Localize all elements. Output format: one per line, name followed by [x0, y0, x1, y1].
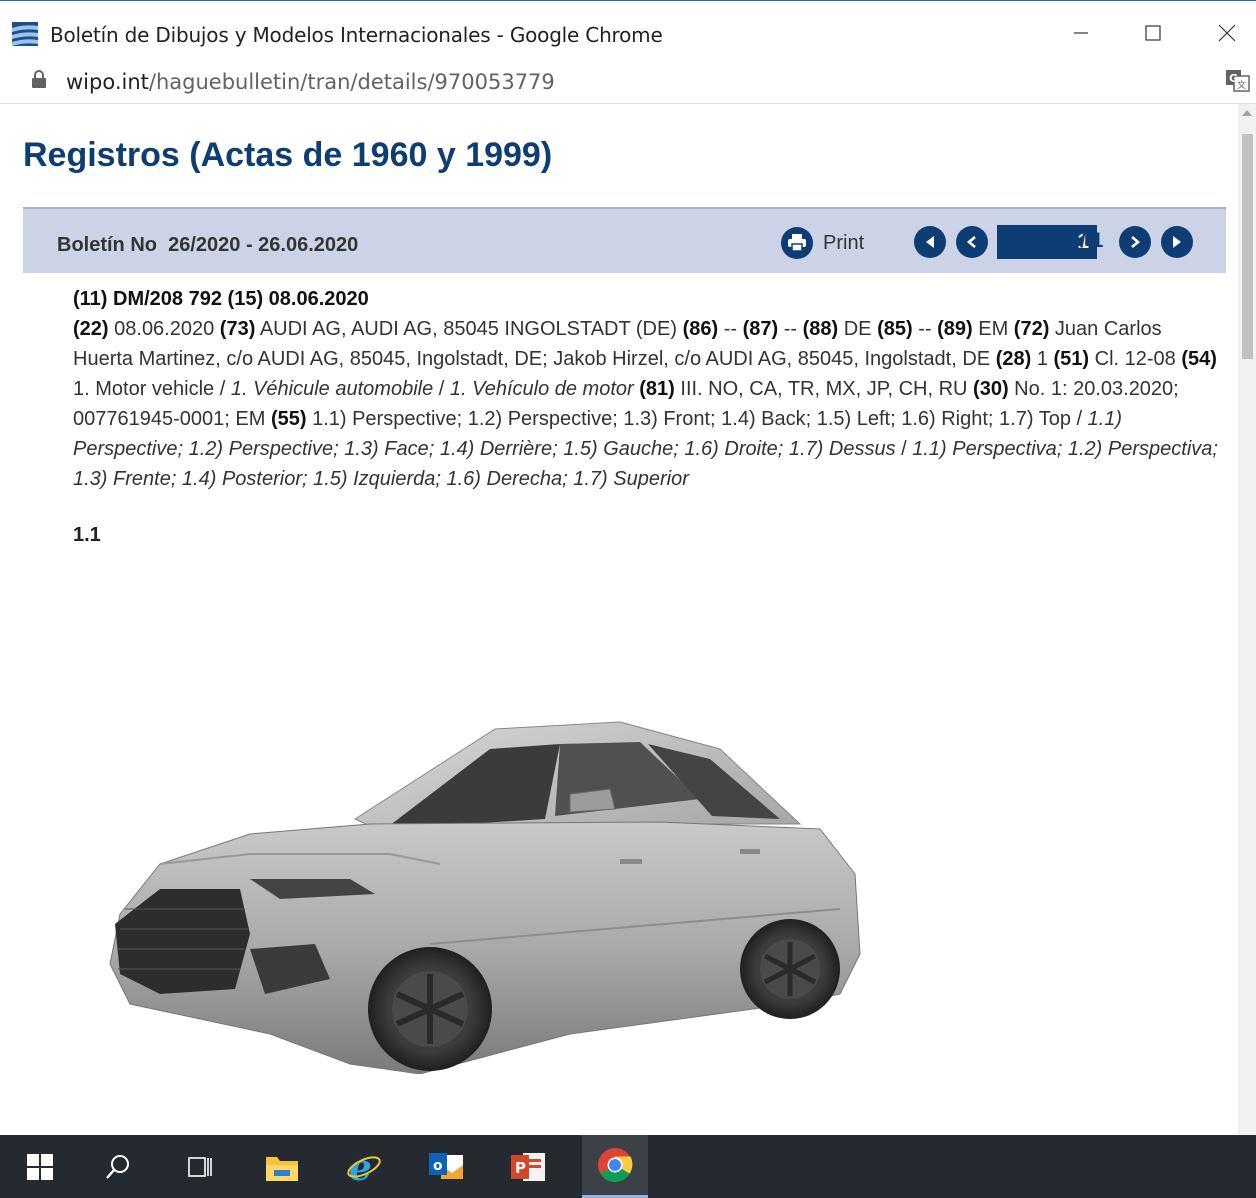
chrome-icon[interactable]: [582, 1135, 648, 1198]
last-page-icon: [1173, 236, 1181, 248]
lock-icon: [32, 70, 46, 88]
url-path: /haguebulletin/tran/details/970053779: [148, 70, 555, 94]
page-total: / 1: [1080, 229, 1104, 252]
close-button[interactable]: [1204, 15, 1250, 51]
internet-explorer-icon[interactable]: e: [334, 1135, 394, 1198]
minimize-icon: [1074, 32, 1088, 34]
record-text: 1: [1031, 348, 1054, 370]
record-text: III. NO, CA, TR, MX, JP, CH, RU: [674, 378, 974, 400]
print-label: Print: [823, 231, 865, 254]
inid-code: (73): [219, 318, 256, 340]
powerpoint-icon[interactable]: P: [498, 1135, 558, 1198]
printer-icon: [781, 227, 813, 259]
file-explorer-icon[interactable]: [252, 1135, 312, 1198]
svg-text:o: o: [433, 1158, 443, 1174]
bulletin-toolbar: Boletín No 26/2020 - 26.06.2020 Print 1 …: [23, 207, 1226, 273]
record-text: AUDI AG, AUDI AG, 85045 INGOLSTADT (DE): [255, 318, 683, 340]
maximize-button[interactable]: [1130, 15, 1176, 51]
record-body: (22) 08.06.2020 (73) AUDI AG, AUDI AG, 8…: [73, 314, 1223, 494]
scrollbar-thumb[interactable]: [1242, 134, 1253, 359]
record-text: EM: [972, 318, 1014, 340]
window-title: Boletín de Dibujos y Modelos Internacion…: [50, 23, 663, 47]
bulletin-label: Boletín No 26/2020 - 26.06.2020: [57, 234, 359, 256]
search-icon[interactable]: [88, 1135, 148, 1198]
close-icon: [1218, 24, 1236, 42]
record-text: /: [895, 438, 913, 460]
scroll-up-arrow-icon[interactable]: [1242, 110, 1252, 116]
record-text: 08.06.2020: [108, 318, 220, 340]
minimize-button[interactable]: [1058, 15, 1104, 51]
inid-code: (72): [1013, 318, 1050, 340]
record-text: 1. Vehículo de motor: [449, 378, 634, 400]
inid-code: (51): [1053, 348, 1090, 370]
url-host: wipo.int: [66, 70, 149, 94]
address-bar[interactable]: wipo.int/haguebulletin/tran/details/9700…: [0, 58, 1256, 104]
inid-code: (89): [937, 318, 973, 340]
previous-page-button[interactable]: [956, 226, 988, 258]
maximize-icon: [1145, 25, 1161, 41]
windows-taskbar: e o P: [0, 1135, 1256, 1198]
inid-code: (30): [973, 378, 1009, 400]
record-text: 1.1) Perspective; 1.2) Perspective; 1.3)…: [306, 408, 1088, 430]
record-text: 1. Motor vehicle /: [73, 378, 231, 400]
record-text: DE: [838, 318, 878, 340]
svg-text:P: P: [515, 1159, 526, 1177]
chevron-right-icon: [1131, 236, 1141, 248]
page-content: Registros (Actas de 1960 y 1999) Boletín…: [0, 104, 1238, 1135]
next-page-button[interactable]: [1119, 226, 1151, 258]
inid-code: (55): [270, 408, 307, 430]
inid-code: (22): [73, 318, 109, 340]
inid-code: (54): [1181, 348, 1217, 370]
inid-code: (28): [995, 348, 1032, 370]
record-text: /: [433, 378, 450, 400]
record-text: --: [912, 318, 938, 340]
vertical-scrollbar[interactable]: [1238, 104, 1256, 1135]
translate-icon[interactable]: G 文: [1226, 68, 1250, 92]
record-text: 1. Véhicule automobile: [230, 378, 434, 400]
url-text[interactable]: wipo.int/haguebulletin/tran/details/9700…: [66, 70, 555, 94]
car-perspective-image: [109, 721, 861, 1074]
inid-code: (85): [877, 318, 913, 340]
wipo-app-icon: [12, 22, 38, 46]
record-text: --: [778, 318, 803, 340]
inid-code: (86): [682, 318, 719, 340]
registration-record: (11) DM/208 792 (15) 08.06.2020 (22) 08.…: [73, 284, 1223, 494]
inid-code: (88): [802, 318, 839, 340]
task-view-icon[interactable]: [170, 1135, 230, 1198]
last-page-button[interactable]: [1161, 226, 1193, 258]
record-text: --: [718, 318, 743, 340]
first-page-icon: [926, 236, 934, 248]
inid-code: (87): [742, 318, 779, 340]
window-titlebar: Boletín de Dibujos y Modelos Internacion…: [0, 0, 1256, 58]
record-header: (11) DM/208 792 (15) 08.06.2020: [73, 288, 369, 310]
print-button[interactable]: Print: [781, 227, 865, 259]
chevron-left-icon: [966, 236, 976, 248]
outlook-icon[interactable]: o: [416, 1135, 476, 1198]
inid-code: (81): [639, 378, 675, 400]
figure-label: 1.1: [73, 524, 101, 546]
page-title: Registros (Actas de 1960 y 1999): [23, 136, 553, 174]
first-page-button[interactable]: [914, 226, 946, 258]
svg-text:文: 文: [1237, 79, 1246, 91]
windows-start-icon[interactable]: [10, 1135, 70, 1198]
record-text: Cl. 12-08: [1089, 348, 1182, 370]
